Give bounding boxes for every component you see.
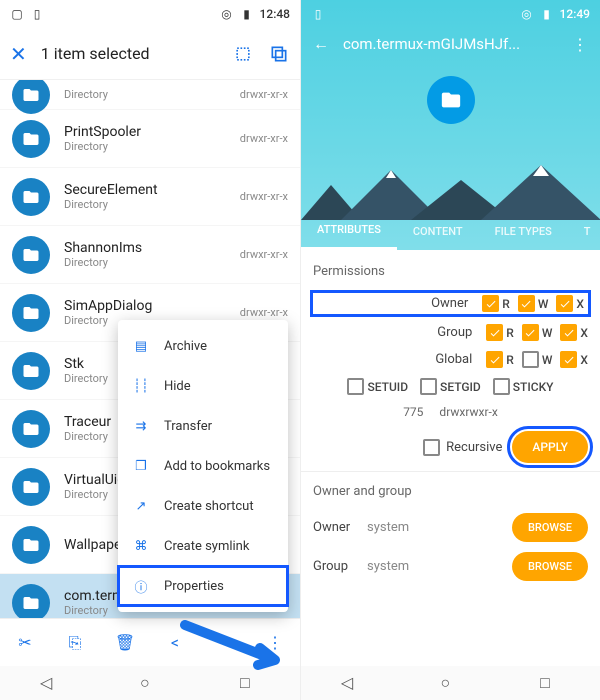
apply-button[interactable]: APPLY bbox=[512, 431, 588, 463]
checkbox-group-w[interactable] bbox=[522, 324, 539, 341]
device-icon: ▯ bbox=[30, 7, 44, 21]
file-manager-screen: ▢ ▯ ◎ ▮ 12:48 ✕ 1 item selected Director… bbox=[0, 0, 300, 700]
browse-group-button[interactable]: BROWSE bbox=[512, 552, 588, 581]
device-icon: ▯ bbox=[311, 7, 325, 21]
context-menu: ▤Archive ┊┊Hide ⇉Transfer ❐Add to bookma… bbox=[118, 320, 288, 612]
tab-attributes[interactable]: ATTRIBUTES bbox=[301, 212, 397, 250]
copy-icon[interactable]: ⎘ bbox=[64, 632, 86, 654]
menu-shortcut[interactable]: ↗Create shortcut bbox=[118, 486, 288, 526]
cut-icon[interactable]: ✂ bbox=[14, 632, 36, 654]
folder-icon bbox=[12, 468, 50, 506]
nav-bar: ◁ ○ □ bbox=[0, 666, 300, 700]
nav-bar: ◁ ○ □ bbox=[301, 666, 600, 700]
folder-icon bbox=[12, 80, 50, 114]
vibrate-icon: ◎ bbox=[520, 7, 534, 21]
checkbox-global-w[interactable] bbox=[522, 351, 539, 368]
nav-back-icon[interactable]: ◁ bbox=[341, 673, 361, 693]
hide-icon: ┊┊ bbox=[132, 377, 150, 395]
select-all-icon[interactable] bbox=[232, 43, 254, 65]
vibrate-icon: ◎ bbox=[220, 7, 234, 21]
status-time: 12:49 bbox=[560, 7, 590, 21]
checkbox-setuid[interactable] bbox=[347, 378, 364, 395]
properties-screen: ▯ ◎ ▮ 12:49 ← com.termux-mGIJMsHJf... ⋮ … bbox=[300, 0, 600, 700]
folder-icon bbox=[12, 526, 50, 564]
delete-icon[interactable]: 🗑 bbox=[114, 632, 136, 654]
browse-owner-button[interactable]: BROWSE bbox=[512, 513, 588, 542]
status-bar: ▢ ▯ ◎ ▮ 12:48 bbox=[0, 0, 300, 28]
checkbox-owner-x[interactable] bbox=[556, 295, 573, 312]
folder-icon bbox=[12, 410, 50, 448]
list-item[interactable]: ShannonImsDirectory drwxr-xr-x bbox=[0, 226, 300, 284]
perm-symbolic: drwxrwxr-x bbox=[439, 405, 497, 419]
bookmark-icon: ❐ bbox=[132, 457, 150, 475]
nav-recent-icon[interactable]: □ bbox=[240, 673, 260, 693]
info-icon: ⓘ bbox=[132, 577, 150, 595]
selection-header: ✕ 1 item selected bbox=[0, 28, 300, 80]
menu-bookmarks[interactable]: ❐Add to bookmarks bbox=[118, 446, 288, 486]
menu-symlink[interactable]: ⌘Create symlink bbox=[118, 526, 288, 566]
perm-flags-row: SETUID SETGID STICKY bbox=[313, 378, 588, 395]
menu-properties[interactable]: ⓘProperties bbox=[118, 566, 288, 606]
folder-icon bbox=[12, 584, 50, 622]
battery-icon: ▮ bbox=[540, 7, 554, 21]
permissions-section: Permissions Owner R W X Group R W X Glob… bbox=[301, 250, 600, 471]
folder-icon bbox=[12, 294, 50, 332]
back-icon[interactable]: ← bbox=[313, 34, 329, 54]
checkbox-group-x[interactable] bbox=[560, 324, 577, 341]
folder-hero-icon bbox=[427, 76, 475, 124]
owner-group-section: Owner and group Owner system BROWSE Grou… bbox=[301, 471, 600, 603]
tab-more[interactable]: T bbox=[568, 212, 600, 250]
menu-hide[interactable]: ┊┊Hide bbox=[118, 366, 288, 406]
tabs: ATTRIBUTES CONTENT FILE TYPES T bbox=[301, 212, 600, 250]
folder-icon bbox=[12, 236, 50, 274]
properties-header: ▯ ◎ ▮ 12:49 ← com.termux-mGIJMsHJf... ⋮ … bbox=[301, 0, 600, 250]
checkbox-setgid[interactable] bbox=[420, 378, 437, 395]
image-icon: ▢ bbox=[10, 7, 24, 21]
checkbox-recursive[interactable] bbox=[423, 439, 440, 456]
archive-icon: ▤ bbox=[132, 337, 150, 355]
checkbox-sticky[interactable] bbox=[493, 378, 510, 395]
battery-icon: ▮ bbox=[240, 7, 254, 21]
list-item[interactable]: PrintSpoolerDirectory drwxr-xr-x bbox=[0, 110, 300, 168]
nav-home-icon[interactable]: ○ bbox=[140, 673, 160, 693]
group-value: system bbox=[367, 559, 512, 574]
folder-icon bbox=[12, 352, 50, 390]
checkbox-global-x[interactable] bbox=[560, 351, 577, 368]
list-item[interactable]: SecureElementDirectory drwxr-xr-x bbox=[0, 168, 300, 226]
selection-title: 1 item selected bbox=[41, 44, 218, 63]
owner-value: system bbox=[367, 520, 512, 535]
permissions-heading: Permissions bbox=[313, 264, 588, 279]
status-time: 12:48 bbox=[260, 7, 290, 21]
nav-home-icon[interactable]: ○ bbox=[440, 673, 460, 693]
nav-back-icon[interactable]: ◁ bbox=[40, 673, 60, 693]
perm-summary: 775 drwxrwxr-x bbox=[313, 405, 588, 419]
select-inverse-icon[interactable] bbox=[268, 43, 290, 65]
more-icon[interactable]: ⋮ bbox=[572, 35, 588, 54]
close-icon[interactable]: ✕ bbox=[10, 42, 27, 66]
folder-icon bbox=[12, 120, 50, 158]
shortcut-icon: ↗ bbox=[132, 497, 150, 515]
perm-row-global: Global R W X bbox=[313, 351, 588, 368]
tab-filetypes[interactable]: FILE TYPES bbox=[479, 212, 568, 250]
page-title: com.termux-mGIJMsHJf... bbox=[343, 35, 558, 53]
perm-octal: 775 bbox=[403, 405, 423, 419]
tab-content[interactable]: CONTENT bbox=[397, 212, 479, 250]
owner-group-heading: Owner and group bbox=[313, 484, 588, 499]
annotation-arrow-icon bbox=[180, 620, 290, 670]
checkbox-group-r[interactable] bbox=[486, 324, 503, 341]
menu-archive[interactable]: ▤Archive bbox=[118, 326, 288, 366]
status-bar: ▯ ◎ ▮ 12:49 bbox=[301, 0, 600, 28]
checkbox-owner-w[interactable] bbox=[518, 295, 535, 312]
list-item[interactable]: Directory drwxr-xr-x bbox=[0, 80, 300, 110]
perm-row-owner: Owner R W X bbox=[313, 293, 588, 314]
transfer-icon: ⇉ bbox=[132, 417, 150, 435]
nav-recent-icon[interactable]: □ bbox=[540, 673, 560, 693]
checkbox-global-r[interactable] bbox=[486, 351, 503, 368]
mountains-decoration bbox=[301, 160, 600, 220]
perm-row-group: Group R W X bbox=[313, 324, 588, 341]
checkbox-owner-r[interactable] bbox=[482, 295, 499, 312]
folder-icon bbox=[12, 178, 50, 216]
menu-transfer[interactable]: ⇉Transfer bbox=[118, 406, 288, 446]
symlink-icon: ⌘ bbox=[132, 537, 150, 555]
